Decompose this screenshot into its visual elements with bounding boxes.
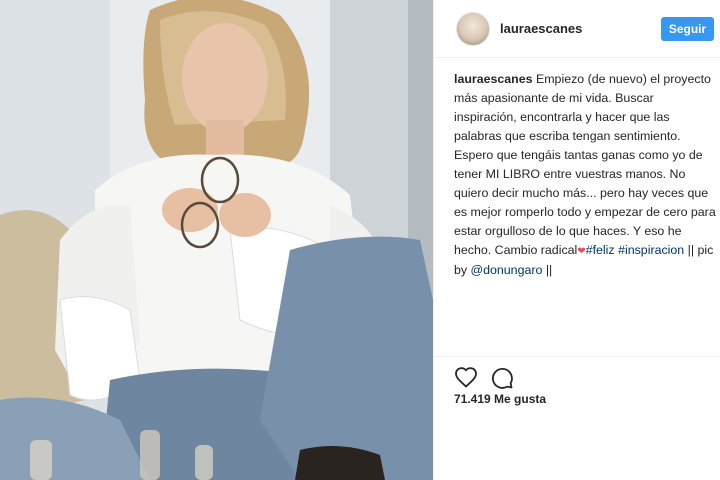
avatar[interactable] [456,12,490,46]
post-caption: lauraescanes Empiezo (de nuevo) el proye… [454,70,716,280]
post-photo [0,0,433,480]
photo-illustration [0,0,433,480]
hashtag-feliz[interactable]: #feliz [586,243,615,257]
caption-username[interactable]: lauraescanes [454,72,533,86]
post-username[interactable]: lauraescanes [500,21,582,36]
caption-text: Empiezo (de nuevo) el proyecto más apasi… [454,72,716,257]
post-side-panel: lauraescanes Seguir lauraescanes Empiezo… [433,0,720,480]
likes-count[interactable]: 71.419 Me gusta [454,392,546,406]
post-actions [434,356,720,396]
comment-icon[interactable] [490,366,514,390]
mention-link[interactable]: @donungaro [471,263,543,277]
caption-separator-end: || [542,263,553,277]
follow-button[interactable]: Seguir [661,17,714,41]
hashtag-inspiracion[interactable]: #inspiracion [618,243,684,257]
heart-icon[interactable] [454,366,478,390]
heart-emoji-icon: ❤ [577,246,586,257]
post-header: lauraescanes Seguir [434,0,720,58]
